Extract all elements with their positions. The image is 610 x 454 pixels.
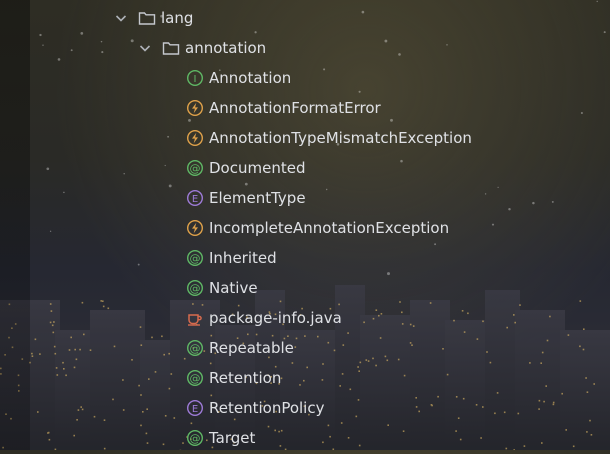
annotation-icon: @	[186, 423, 204, 453]
tree-item-label: RetentionPolicy	[209, 393, 324, 423]
tree-item-label: Documented	[209, 153, 305, 183]
coffee-cup-icon	[186, 303, 204, 333]
tree-item[interactable]: @ Target	[0, 423, 610, 453]
exception-icon	[186, 93, 204, 123]
tree-item-label: Retention	[209, 363, 281, 393]
svg-text:E: E	[192, 194, 198, 205]
svg-text:@: @	[190, 432, 201, 445]
tree-item-label: Target	[209, 423, 255, 453]
tree-item[interactable]: AnnotationTypeMismatchException	[0, 123, 610, 153]
tree-item[interactable]: @ Inherited	[0, 243, 610, 273]
enum-icon: E	[186, 183, 204, 213]
tree-item[interactable]: @ Native	[0, 273, 610, 303]
tree-item-label: Native	[209, 273, 258, 303]
tree-item-label: package-info.java	[209, 303, 342, 333]
annotation-icon: @	[186, 333, 204, 363]
tree-item-label: AnnotationTypeMismatchException	[209, 123, 472, 153]
interface-icon: I	[186, 63, 204, 93]
tree-item[interactable]: @ Repeatable	[0, 333, 610, 363]
svg-text:@: @	[190, 252, 201, 265]
folder-label-lang: lang	[161, 3, 193, 33]
tree-folder-annotation[interactable]: annotation	[0, 33, 610, 63]
tree-item-label: IncompleteAnnotationException	[209, 213, 449, 243]
annotation-icon: @	[186, 363, 204, 393]
enum-icon: E	[186, 393, 204, 423]
tree-item-label: ElementType	[209, 183, 306, 213]
svg-text:@: @	[190, 282, 201, 295]
svg-text:@: @	[190, 342, 201, 355]
tree-item-label: AnnotationFormatError	[209, 93, 381, 123]
folder-label-annotation: annotation	[185, 33, 266, 63]
tree-item[interactable]: @ Documented	[0, 153, 610, 183]
tree-item[interactable]: package-info.java	[0, 303, 610, 333]
exception-icon	[186, 213, 204, 243]
folder-icon	[162, 33, 180, 63]
svg-text:@: @	[190, 372, 201, 385]
tree-item[interactable]: AnnotationFormatError	[0, 93, 610, 123]
tree-item[interactable]: I Annotation	[0, 63, 610, 93]
tree-item-label: Repeatable	[209, 333, 294, 363]
tree-item[interactable]: IncompleteAnnotationException	[0, 213, 610, 243]
folder-icon	[138, 3, 156, 33]
tree-folder-lang[interactable]: lang	[0, 3, 610, 33]
chevron-down-icon[interactable]	[114, 3, 128, 33]
annotation-icon: @	[186, 153, 204, 183]
chevron-down-icon[interactable]	[138, 33, 152, 63]
annotation-icon: @	[186, 243, 204, 273]
tree-item-label: Inherited	[209, 243, 277, 273]
project-tree[interactable]: lang annotation I AnnotationAnnotationFor…	[0, 3, 610, 453]
svg-text:E: E	[192, 404, 198, 415]
annotation-icon: @	[186, 273, 204, 303]
tree-item-label: Annotation	[209, 63, 291, 93]
exception-icon	[186, 123, 204, 153]
svg-text:@: @	[190, 162, 201, 175]
tree-item[interactable]: @ Retention	[0, 363, 610, 393]
svg-text:I: I	[194, 74, 197, 85]
tree-item[interactable]: E ElementType	[0, 183, 610, 213]
tree-item[interactable]: E RetentionPolicy	[0, 393, 610, 423]
